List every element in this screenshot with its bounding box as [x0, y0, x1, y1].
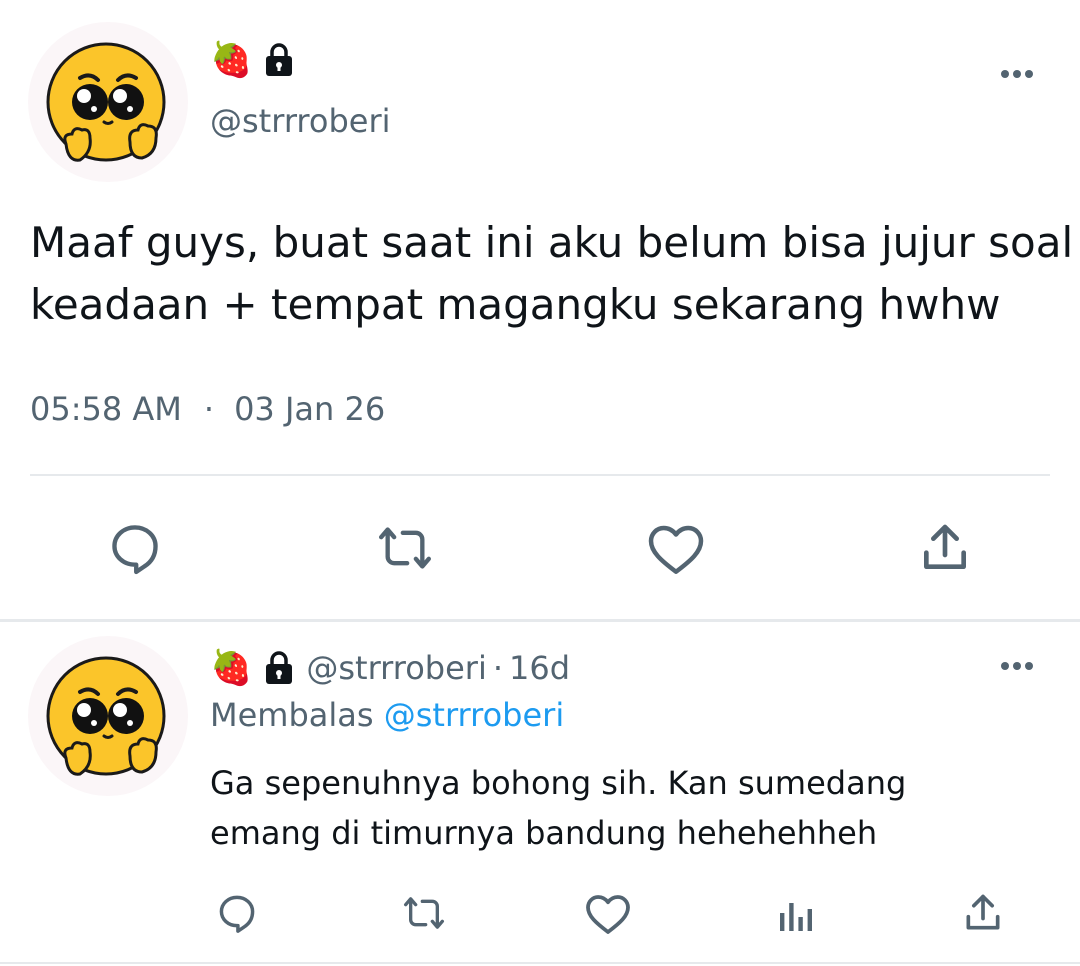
meta-separator: · — [203, 390, 215, 428]
display-name: 🍓 — [210, 40, 296, 80]
like-button[interactable] — [642, 516, 710, 580]
tweet-age[interactable]: 16d — [509, 646, 570, 690]
user-handle[interactable]: @strrroberi — [210, 100, 390, 142]
replying-to: Membalas @strrroberi — [210, 694, 564, 736]
meta-separator: · — [492, 649, 503, 687]
share-button[interactable] — [958, 888, 1008, 938]
replying-to-label: Membalas — [210, 696, 374, 734]
avatar-emoji-image — [46, 42, 166, 162]
avatar[interactable] — [28, 22, 188, 182]
reply-button[interactable] — [212, 888, 262, 938]
user-handle[interactable]: @strrroberi — [306, 646, 486, 690]
replying-to-link[interactable]: @strrroberi — [384, 696, 564, 734]
divider — [0, 962, 1080, 964]
retweet-icon — [379, 527, 431, 569]
tweet-text-line: Maaf guys, buat saat ini aku belum bisa … — [30, 218, 1074, 267]
strawberry-emoji: 🍓 — [210, 648, 253, 688]
like-icon — [586, 895, 630, 934]
avatar[interactable] — [28, 636, 188, 796]
reply-icon — [112, 525, 158, 575]
retweet-icon — [404, 897, 444, 929]
divider — [0, 619, 1080, 622]
reply-button[interactable] — [100, 516, 170, 580]
share-button[interactable] — [912, 516, 978, 580]
tweet-meta: 05:58 AM · 03 Jan 26 — [30, 388, 385, 430]
reply-text-line: emang di timurnya bandung hehehehheh — [210, 814, 878, 852]
lock-icon — [262, 42, 296, 78]
analytics-icon — [780, 903, 812, 931]
share-icon — [924, 524, 966, 569]
tweet-date[interactable]: 03 Jan 26 — [234, 390, 385, 428]
like-icon — [648, 525, 704, 574]
tweet-text-line: keadaan + tempat magangku sekarang hwhw — [30, 280, 1001, 329]
like-button[interactable] — [582, 888, 634, 938]
tweet-text: Maaf guys, buat saat ini aku belum bisa … — [30, 212, 1073, 336]
more-icon[interactable] — [997, 656, 1037, 676]
lock-icon — [262, 650, 296, 686]
retweet-button[interactable] — [368, 516, 442, 580]
reply-text-line: Ga sepenuhnya bohong sih. Kan sumedang — [210, 764, 907, 802]
more-icon[interactable] — [997, 64, 1037, 84]
reply-text: Ga sepenuhnya bohong sih. Kan sumedang e… — [210, 758, 906, 858]
reply-icon — [219, 895, 255, 933]
avatar-emoji-image — [46, 656, 166, 776]
analytics-button[interactable] — [772, 892, 820, 938]
reply-header: 🍓 @strrroberi · 16d — [210, 646, 570, 690]
divider — [30, 474, 1050, 476]
strawberry-emoji: 🍓 — [210, 40, 253, 80]
tweet-time[interactable]: 05:58 AM — [30, 390, 182, 428]
retweet-button[interactable] — [396, 888, 452, 938]
share-icon — [966, 894, 1000, 930]
